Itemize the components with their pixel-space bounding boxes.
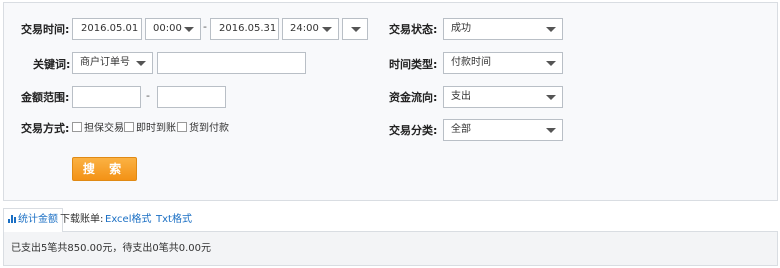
checkbox-icon [72,122,82,132]
keyword-label: 关键词: [33,58,71,71]
checkbox-instant-label: 即时到账 [136,123,176,134]
keyword-type-select[interactable]: 商户订单号 [72,52,153,74]
chevron-down-icon [184,27,194,32]
time-range-separator: - [203,20,207,33]
trade-status-select[interactable]: 成功 [443,18,563,40]
fund-flow-value: 支出 [451,91,471,102]
quick-range-select[interactable] [342,18,368,40]
chevron-down-icon [546,95,556,100]
start-time-value: 00:00 [153,23,182,34]
amount-max-input[interactable] [157,86,226,108]
time-type-select[interactable]: 付款时间 [443,52,563,74]
amount-range-label: 金额范围: [21,91,70,104]
chevron-down-icon [546,61,556,66]
checkbox-cod-label: 货到付款 [189,123,229,134]
tab-bar: 统计金额 下载账单: Excel格式 Txt格式 [3,208,778,233]
chevron-down-icon [322,27,332,32]
trade-status-value: 成功 [451,23,471,34]
trade-time-label: 交易时间: [21,23,70,36]
checkbox-escrow-label: 担保交易 [84,123,124,134]
download-bill-label: 下载账单: [60,214,104,225]
checkbox-escrow[interactable]: 担保交易 [72,122,124,135]
chevron-down-icon [546,27,556,32]
checkbox-cod[interactable]: 货到付款 [177,122,229,135]
trade-category-value: 全部 [451,124,471,135]
time-type-value: 付款时间 [451,57,491,68]
end-time-select[interactable]: 24:00 [282,18,339,40]
chevron-down-icon [351,27,361,32]
start-time-select[interactable]: 00:00 [145,18,201,40]
search-button[interactable]: 搜 索 [72,157,137,181]
end-time-value: 24:00 [290,23,319,34]
chevron-down-icon [546,128,556,133]
chevron-down-icon [136,61,146,66]
start-date-input[interactable]: 2016.05.01 [72,18,142,40]
time-type-label: 时间类型: [389,58,438,71]
end-date-input[interactable]: 2016.05.31 [210,18,279,40]
checkbox-icon [124,122,134,132]
checkbox-instant[interactable]: 即时到账 [124,122,176,135]
trade-status-label: 交易状态: [389,23,438,36]
bar-chart-icon [8,215,16,223]
tab-statistics-label: 统计金额 [18,214,58,225]
checkbox-icon [177,122,187,132]
amount-range-separator: - [146,89,150,102]
keyword-input[interactable] [157,52,306,74]
trade-category-select[interactable]: 全部 [443,119,563,141]
fund-flow-label: 资金流向: [389,91,438,104]
keyword-type-value: 商户订单号 [80,57,130,68]
download-txt-link[interactable]: Txt格式 [156,213,192,227]
amount-min-input[interactable] [72,86,141,108]
fund-flow-select[interactable]: 支出 [443,86,563,108]
trade-method-label: 交易方式: [21,122,70,135]
trade-category-label: 交易分类: [389,124,438,137]
statistics-summary: 已支出5笔共850.00元，待支出0笔共0.00元 [3,232,778,266]
tab-statistics[interactable]: 统计金额 [3,208,63,233]
download-excel-link[interactable]: Excel格式 [105,213,152,227]
